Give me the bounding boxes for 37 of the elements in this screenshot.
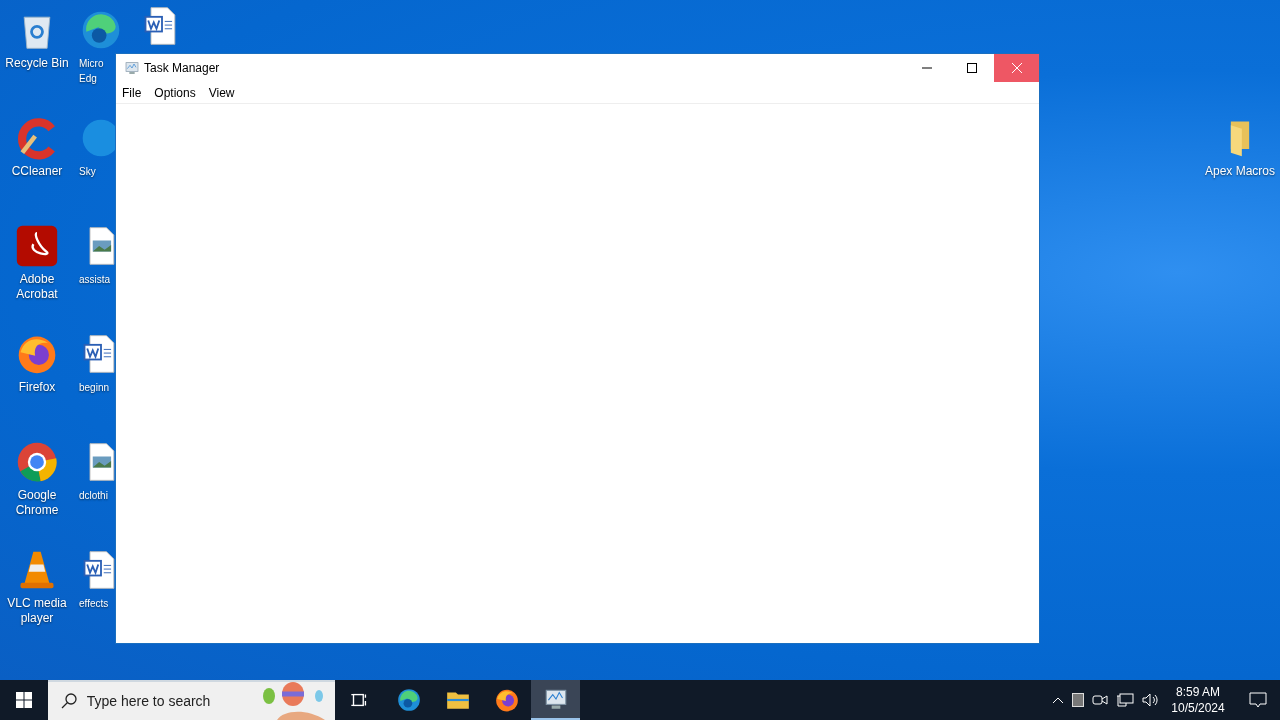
icon-label[interactable]: Sky [79, 164, 96, 179]
task-manager-icon [124, 60, 140, 76]
icon-label[interactable]: Apex Macros [1205, 164, 1275, 179]
icon-label[interactable]: Micro Edg [79, 56, 104, 86]
menu-item[interactable]: Options [151, 83, 199, 102]
window-title: Task Manager [144, 60, 220, 77]
icon-label[interactable]: beginn [79, 380, 110, 395]
menu-item[interactable]: File [119, 83, 145, 102]
icon-label[interactable]: assista [79, 272, 111, 287]
chrome-icon [15, 440, 59, 484]
clock-date[interactable]: 10/5/2024 [1171, 700, 1225, 716]
search-input[interactable]: Type here to search [86, 690, 257, 712]
chevron-up-icon [1052, 696, 1064, 704]
close-icon [1011, 63, 1022, 73]
windows-logo-icon [16, 692, 32, 708]
camera-icon [1092, 693, 1108, 707]
icon-label[interactable]: effects [79, 596, 109, 611]
network-icon [1116, 692, 1134, 708]
taskbar-app-button[interactable] [531, 680, 580, 720]
menu-item[interactable]: View [205, 83, 238, 102]
firefox-icon [493, 687, 520, 713]
icon-label[interactable]: dclothi [79, 488, 108, 503]
icon-label[interactable]: VLC media player [7, 596, 67, 626]
search-icon [61, 693, 77, 709]
maximize-icon [966, 63, 977, 73]
clock-time[interactable]: 8:59 AM [1176, 684, 1220, 700]
acrobat-icon [15, 224, 59, 268]
tray-icon [1072, 693, 1084, 707]
icon-label[interactable]: CCleaner [11, 164, 63, 179]
icon-label[interactable]: Firefox [18, 380, 56, 395]
volume-icon [1142, 692, 1160, 708]
icon-label[interactable]: Recycle Bin [5, 56, 69, 71]
search-field[interactable]: Type here to search [48, 680, 335, 720]
edge-icon [395, 687, 422, 713]
icon-label[interactable]: Adobe Acrobat [16, 272, 58, 302]
icon-label[interactable]: Google Chrome [15, 488, 59, 518]
notification-icon [1249, 692, 1267, 708]
